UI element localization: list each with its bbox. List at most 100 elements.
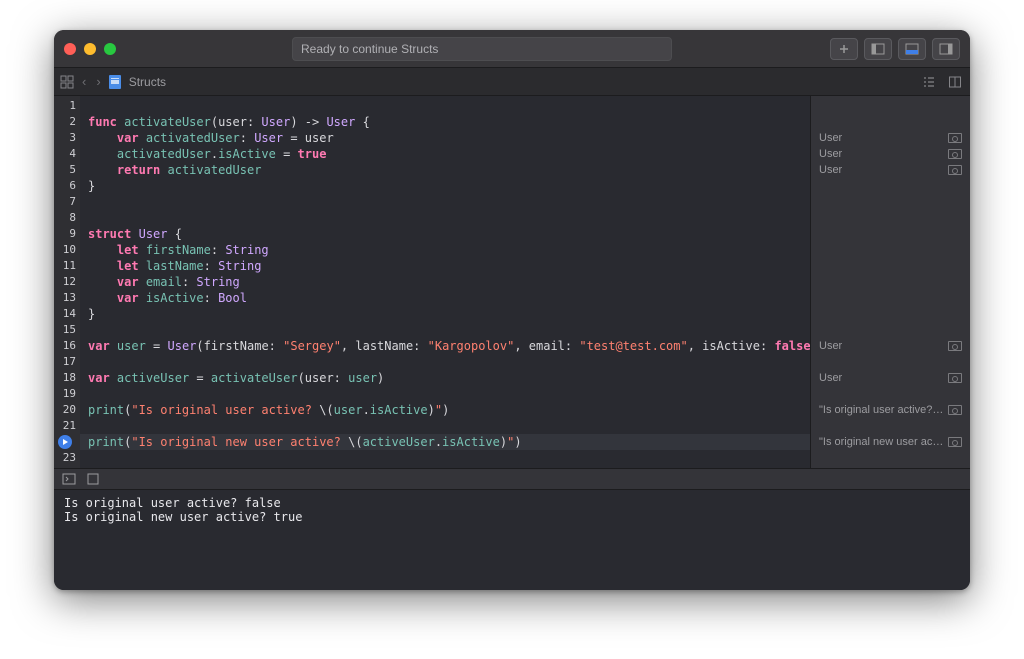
result-row[interactable]: User — [811, 370, 970, 386]
result-text: User — [819, 148, 948, 160]
quicklook-icon[interactable] — [948, 405, 962, 415]
line-number: 15 — [54, 322, 80, 338]
line-number: 1 — [54, 98, 80, 114]
result-row — [811, 242, 970, 258]
code-line[interactable]: var isActive: Bool — [80, 290, 810, 306]
activity-status-field: Ready to continue Structs — [292, 37, 672, 61]
result-row — [811, 274, 970, 290]
line-number: 8 — [54, 210, 80, 226]
result-row[interactable]: "Is original user active?… — [811, 402, 970, 418]
code-line[interactable]: var activeUser = activateUser(user: user… — [80, 370, 810, 386]
line-number: 17 — [54, 354, 80, 370]
code-line[interactable]: } — [80, 178, 810, 194]
outline-icon[interactable] — [920, 73, 938, 91]
line-number: 13 — [54, 290, 80, 306]
code-line[interactable] — [80, 210, 810, 226]
code-line[interactable] — [80, 386, 810, 402]
nav-back-button[interactable]: ‹ — [80, 74, 88, 89]
line-number: 3 — [54, 130, 80, 146]
result-row — [811, 226, 970, 242]
code-line[interactable]: func activateUser(user: User) -> User { — [80, 114, 810, 130]
code-line[interactable]: let lastName: String — [80, 258, 810, 274]
line-number: 21 — [54, 418, 80, 434]
assistant-editor-icon[interactable] — [946, 73, 964, 91]
line-number: 16 — [54, 338, 80, 354]
titlebar-right-controls — [830, 38, 960, 60]
result-row[interactable]: "Is original new user ac… — [811, 434, 970, 450]
add-tab-button[interactable] — [830, 38, 858, 60]
breadcrumb-filename[interactable]: Structs — [129, 75, 166, 89]
code-line[interactable]: let firstName: String — [80, 242, 810, 258]
code-line[interactable] — [80, 194, 810, 210]
result-row — [811, 450, 970, 466]
line-number: 2 — [54, 114, 80, 130]
activity-status-text: Ready to continue Structs — [301, 42, 438, 56]
code-line[interactable]: var user = User(firstName: "Sergey", las… — [80, 338, 810, 354]
related-items-icon[interactable] — [60, 75, 74, 89]
console-output[interactable]: Is original user active? false Is origin… — [54, 490, 970, 590]
line-number: 12 — [54, 274, 80, 290]
line-number: 11 — [54, 258, 80, 274]
results-sidebar: User User User User User "Is original user ac… — [810, 96, 970, 468]
result-row[interactable]: User — [811, 338, 970, 354]
code-line[interactable]: var activatedUser: User = user — [80, 130, 810, 146]
result-text: "Is original new user ac… — [819, 436, 948, 448]
quicklook-icon[interactable] — [948, 437, 962, 447]
jump-bar: ‹ › Structs — [54, 68, 970, 96]
code-line[interactable]: activatedUser.isActive = true — [80, 146, 810, 162]
result-row — [811, 418, 970, 434]
panel-toggle-bottom[interactable] — [898, 38, 926, 60]
code-line[interactable] — [80, 322, 810, 338]
quicklook-icon[interactable] — [948, 165, 962, 175]
window-controls — [64, 43, 116, 55]
line-number: 14 — [54, 306, 80, 322]
line-number-gutter: 12345678910111213141516171819202123 — [54, 96, 80, 468]
code-line[interactable] — [80, 450, 810, 466]
result-row — [811, 210, 970, 226]
code-line[interactable]: return activatedUser — [80, 162, 810, 178]
code-line[interactable]: } — [80, 306, 810, 322]
code-line[interactable] — [80, 418, 810, 434]
result-row[interactable]: User — [811, 162, 970, 178]
quicklook-icon[interactable] — [948, 341, 962, 351]
code-line[interactable]: print("Is original new user active? \(ac… — [80, 434, 810, 450]
panel-toggle-right[interactable] — [932, 38, 960, 60]
editor-area: 12345678910111213141516171819202123 func… — [54, 96, 970, 468]
quicklook-icon[interactable] — [948, 149, 962, 159]
close-window-button[interactable] — [64, 43, 76, 55]
source-editor[interactable]: func activateUser(user: User) -> User { … — [80, 96, 810, 468]
line-number: 9 — [54, 226, 80, 242]
xcode-playground-window: Ready to continue Structs ‹ › — [54, 30, 970, 590]
result-text: User — [819, 340, 948, 352]
code-line[interactable]: var email: String — [80, 274, 810, 290]
result-row — [811, 306, 970, 322]
result-row — [811, 178, 970, 194]
result-row — [811, 194, 970, 210]
titlebar: Ready to continue Structs — [54, 30, 970, 68]
result-row[interactable]: User — [811, 130, 970, 146]
line-number: 23 — [54, 450, 80, 466]
quicklook-icon[interactable] — [948, 373, 962, 383]
result-row — [811, 354, 970, 370]
code-line[interactable] — [80, 354, 810, 370]
panel-toggle-left[interactable] — [864, 38, 892, 60]
result-row — [811, 98, 970, 114]
variables-view-icon[interactable] — [86, 472, 100, 486]
nav-forward-button[interactable]: › — [94, 74, 102, 89]
quicklook-icon[interactable] — [948, 133, 962, 143]
code-line[interactable] — [80, 98, 810, 114]
line-number — [54, 434, 80, 450]
result-row — [811, 258, 970, 274]
result-row[interactable]: User — [811, 146, 970, 162]
result-text: "Is original user active?… — [819, 404, 948, 416]
line-number: 4 — [54, 146, 80, 162]
code-line[interactable]: print("Is original user active? \(user.i… — [80, 402, 810, 418]
fullscreen-window-button[interactable] — [104, 43, 116, 55]
run-line-indicator[interactable] — [58, 435, 72, 449]
line-number: 5 — [54, 162, 80, 178]
line-number: 20 — [54, 402, 80, 418]
minimize-window-button[interactable] — [84, 43, 96, 55]
result-text: User — [819, 372, 948, 384]
code-line[interactable]: struct User { — [80, 226, 810, 242]
console-toggle-icon[interactable] — [62, 472, 76, 486]
